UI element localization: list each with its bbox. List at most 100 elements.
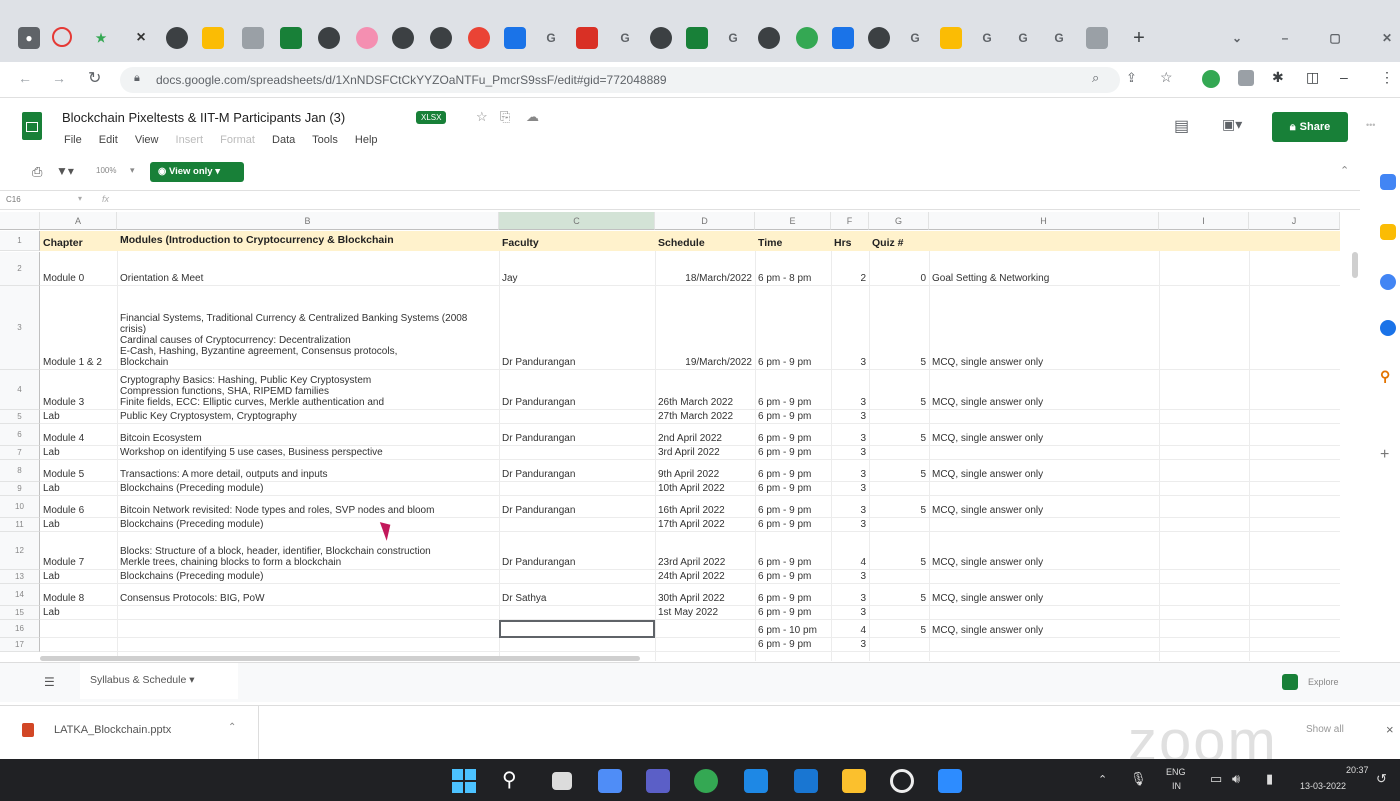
cell-faculty[interactable]: Jay — [499, 252, 655, 286]
cell-faculty[interactable]: Dr Pandurangan — [499, 496, 655, 518]
menu-insert[interactable]: Insert — [176, 134, 204, 146]
tab-favicon-icon[interactable]: G — [614, 27, 636, 49]
windows-start-icon[interactable] — [452, 769, 476, 793]
cell-faculty[interactable] — [499, 410, 655, 424]
cell-quiz[interactable]: 5 — [869, 370, 929, 410]
cell-faculty[interactable] — [499, 606, 655, 620]
menu-help[interactable]: Help — [355, 134, 378, 146]
cell-chapter[interactable]: Lab — [40, 518, 117, 532]
cell-schedule[interactable]: 16th April 2022 — [655, 496, 755, 518]
cell-chapter[interactable] — [40, 620, 117, 638]
side-panel-icon[interactable]: ◫ — [1306, 69, 1319, 86]
cell-schedule[interactable]: 10th April 2022 — [655, 482, 755, 496]
widgets-icon[interactable] — [598, 769, 622, 793]
tab-favicon-icon[interactable] — [686, 27, 708, 49]
row-header[interactable]: 10 — [0, 496, 40, 518]
menu-view[interactable]: View — [135, 134, 159, 146]
name-box-dropdown-icon[interactable]: ▾ — [78, 194, 82, 203]
menu-file[interactable]: File — [64, 134, 82, 146]
tab-favicon-icon[interactable] — [650, 27, 672, 49]
cell-schedule[interactable]: 27th March 2022 — [655, 410, 755, 424]
zoom-lens-icon[interactable]: ⌕ — [1092, 70, 1099, 86]
tab-favicon-icon[interactable] — [166, 27, 188, 49]
cell-quiz[interactable] — [869, 606, 929, 620]
cell-module[interactable]: Orientation & Meet — [117, 252, 499, 286]
cell-quiz[interactable]: 5 — [869, 460, 929, 482]
column-header-e[interactable]: E — [755, 212, 831, 230]
tab-favicon-icon[interactable]: G — [1048, 27, 1070, 49]
add-addon-icon[interactable]: + — [1380, 446, 1396, 463]
cell-time[interactable]: 6 pm - 9 pm — [755, 638, 831, 652]
cell-time[interactable]: 6 pm - 9 pm — [755, 482, 831, 496]
cell-chapter[interactable]: Lab — [40, 446, 117, 460]
menu-format[interactable]: Format — [220, 134, 255, 146]
collapse-toolbar-icon[interactable]: ⌃ — [1340, 164, 1349, 177]
cell-schedule[interactable]: 23rd April 2022 — [655, 532, 755, 570]
row-header[interactable]: 15 — [0, 606, 40, 620]
tab-favicon-icon[interactable]: G — [722, 27, 744, 49]
cell-quiz-type[interactable]: MCQ, single answer only — [929, 370, 1159, 410]
cell-time[interactable]: 6 pm - 8 pm — [755, 252, 831, 286]
cell-faculty[interactable] — [499, 638, 655, 652]
tab-favicon-icon[interactable] — [832, 27, 854, 49]
tab-favicon-icon[interactable] — [504, 27, 526, 49]
battery-icon[interactable]: ▮ — [1266, 771, 1273, 787]
present-icon[interactable]: ▣▾ — [1222, 116, 1242, 133]
column-header-c[interactable]: C — [499, 212, 655, 230]
cell-time[interactable]: 6 pm - 9 pm — [755, 518, 831, 532]
sheets-logo-icon[interactable] — [22, 112, 42, 140]
cell-time[interactable]: 6 pm - 10 pm — [755, 620, 831, 638]
cell-module[interactable] — [117, 606, 499, 620]
tab-favicon-icon[interactable] — [868, 27, 890, 49]
row-header[interactable]: 16 — [0, 620, 40, 638]
obs-icon[interactable] — [890, 769, 914, 793]
cell-quiz-type[interactable]: MCQ, single answer only — [929, 286, 1159, 370]
cell-module[interactable]: Bitcoin Network revisited: Node types an… — [117, 496, 499, 518]
cell-chapter[interactable]: Module 3 — [40, 370, 117, 410]
tasks-icon[interactable] — [1380, 274, 1396, 290]
column-header-g[interactable]: G — [869, 212, 929, 230]
cell-chapter[interactable]: Module 1 & 2 — [40, 286, 117, 370]
cell-quiz-type[interactable]: MCQ, single answer only — [929, 584, 1159, 606]
cell-schedule[interactable]: 17th April 2022 — [655, 518, 755, 532]
cell-time[interactable]: 6 pm - 9 pm — [755, 460, 831, 482]
cell-hrs[interactable]: 3 — [831, 424, 869, 446]
teams-icon[interactable] — [646, 769, 670, 793]
cell-hrs[interactable]: 3 — [831, 638, 869, 652]
cell-schedule[interactable]: 24th April 2022 — [655, 570, 755, 584]
cell-schedule[interactable]: 19/March/2022 — [655, 286, 755, 370]
cell-quiz[interactable] — [869, 410, 929, 424]
cell-hrs[interactable]: 4 — [831, 620, 869, 638]
tab-favicon-icon[interactable] — [796, 27, 818, 49]
window-close-icon[interactable]: ✕ — [1376, 27, 1398, 49]
cell-chapter[interactable]: Module 6 — [40, 496, 117, 518]
cell-faculty[interactable] — [499, 482, 655, 496]
column-header-i[interactable]: I — [1159, 212, 1249, 230]
mail-icon[interactable] — [794, 769, 818, 793]
cell-hrs[interactable]: 3 — [831, 446, 869, 460]
zoom-select[interactable]: 100% — [96, 166, 116, 175]
clock-time[interactable]: 20:37 — [1346, 765, 1369, 775]
cell-chapter[interactable]: Lab — [40, 410, 117, 424]
comments-icon[interactable]: ▤ — [1174, 116, 1189, 136]
active-tab-close-icon[interactable]: × — [130, 27, 152, 49]
chrome-icon[interactable] — [694, 769, 718, 793]
cell-hrs[interactable]: 3 — [831, 584, 869, 606]
tab-favicon-icon[interactable] — [280, 27, 302, 49]
sheet-tab-syllabus[interactable]: Syllabus & Schedule ▾ — [80, 663, 238, 699]
cell-faculty[interactable]: Dr Pandurangan — [499, 424, 655, 446]
extension-icon[interactable] — [1238, 70, 1254, 86]
tab-favicon-icon[interactable]: G — [1012, 27, 1034, 49]
filter-icon[interactable]: ▼▾ — [56, 164, 74, 178]
tray-chevron-icon[interactable]: ⌃ — [1098, 773, 1107, 786]
tab-favicon-icon[interactable]: ● — [18, 27, 40, 49]
cell-module[interactable]: Consensus Protocols: BIG, PoW — [117, 584, 499, 606]
cell-faculty[interactable] — [499, 518, 655, 532]
tab-favicon-icon[interactable] — [392, 27, 414, 49]
cell-faculty[interactable]: Dr Pandurangan — [499, 286, 655, 370]
cell-time[interactable]: 6 pm - 9 pm — [755, 606, 831, 620]
download-options-icon[interactable]: ⌃ — [228, 722, 236, 733]
row-header[interactable]: 11 — [0, 518, 40, 532]
cell-quiz-type[interactable] — [929, 570, 1159, 584]
cell-quiz[interactable] — [869, 638, 929, 652]
